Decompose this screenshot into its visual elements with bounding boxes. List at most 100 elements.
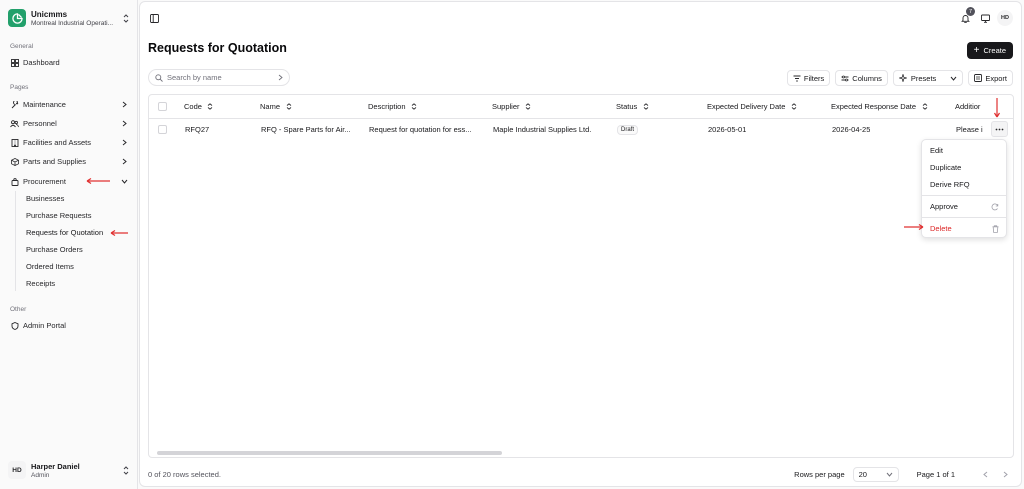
org-switcher[interactable]: Unicmms Montreal Industrial Operati...: [8, 7, 130, 29]
filters-label: Filters: [803, 73, 825, 83]
cell-expected-delivery: 2026-05-01: [708, 125, 747, 134]
table-row[interactable]: RFQ27 RFQ - Spare Parts for Air... Reque…: [149, 119, 1013, 140]
sidebar-subitem-purchase-requests[interactable]: Purchase Requests: [20, 208, 130, 223]
shield-icon: [10, 321, 19, 330]
pagination: Rows per page 20 Page 1 of 1: [794, 466, 1013, 482]
menu-item-edit[interactable]: Edit: [925, 143, 1003, 158]
column-header-description[interactable]: Description: [368, 95, 418, 118]
column-header-supplier[interactable]: Supplier: [492, 95, 532, 118]
panel-left-icon: [149, 13, 159, 23]
display-button[interactable]: [977, 10, 993, 26]
column-header-status[interactable]: Status: [616, 95, 649, 118]
filters-button[interactable]: Filters: [786, 70, 831, 86]
org-subtitle: Montreal Industrial Operati...: [31, 19, 114, 27]
create-button[interactable]: + Create: [966, 42, 1013, 59]
column-header-label: Status: [616, 102, 638, 111]
table-header: Code Name Description Supplier Status Ex…: [149, 95, 1013, 119]
status-badge: Draft: [617, 124, 639, 135]
menu-item-approve[interactable]: Approve: [925, 199, 1003, 214]
column-header-label: Supplier: [492, 102, 520, 111]
create-button-label: Create: [983, 46, 1006, 55]
horizontal-scrollbar[interactable]: [157, 451, 502, 455]
sidebar-item-personnel[interactable]: Personnel: [6, 116, 132, 131]
submenu-guide-line: [15, 191, 16, 291]
cell-supplier: Maple Industrial Supplies Ltd.: [493, 125, 592, 134]
rows-selected-text: 0 of 20 rows selected.: [148, 470, 221, 479]
column-header-label: Expected Delivery Date: [707, 102, 786, 111]
column-header-additional[interactable]: Additior: [955, 95, 987, 118]
annotation-arrow-procurement: [86, 177, 110, 185]
cell-status: Draft: [617, 119, 639, 140]
column-header-label: Expected Response Date: [831, 102, 917, 111]
column-header-expected-delivery[interactable]: Expected Delivery Date: [707, 95, 797, 118]
topbar-actions: 7 HD: [957, 7, 1013, 26]
user-menu[interactable]: HD Harper Daniel Admin: [8, 459, 130, 481]
column-header-name[interactable]: Name: [260, 95, 292, 118]
menu-item-delete[interactable]: Delete: [925, 221, 1003, 236]
column-header-code[interactable]: Code: [184, 95, 214, 118]
chevron-right-icon: [120, 158, 128, 166]
org-name: Unicmms: [31, 9, 68, 19]
page-info: Page 1 of 1: [916, 469, 955, 479]
rows-per-page-value: 20: [858, 469, 867, 479]
menu-item-label: Approve: [930, 202, 958, 211]
column-header-label: Code: [184, 102, 202, 111]
sort-icon: [285, 103, 292, 110]
shopping-bag-icon: [10, 177, 19, 186]
search-input[interactable]: [167, 73, 278, 82]
chevron-right-icon: [120, 120, 128, 128]
notifications-button[interactable]: 7: [957, 7, 975, 26]
column-header-label: Additior: [955, 102, 981, 111]
topbar-avatar[interactable]: HD: [997, 10, 1013, 26]
menu-separator: [922, 217, 1006, 218]
previous-page-button[interactable]: [977, 466, 993, 482]
sidebar-item-parts[interactable]: Parts and Supplies: [6, 154, 132, 169]
chevron-down-icon: [120, 178, 128, 186]
rfq-table: Code Name Description Supplier Status Ex…: [148, 94, 1014, 458]
user-role: Admin: [31, 471, 50, 479]
sidebar-item-admin-portal[interactable]: Admin Portal: [6, 318, 132, 333]
group-label-general: General: [10, 43, 34, 50]
menu-item-duplicate[interactable]: Duplicate: [925, 160, 1003, 175]
sort-icon: [411, 103, 418, 110]
presets-button[interactable]: Presets: [892, 70, 964, 86]
sidebar-item-facilities[interactable]: Facilities and Assets: [6, 135, 132, 150]
sidebar-item-dashboard[interactable]: Dashboard: [6, 55, 132, 70]
cell-description: Request for quotation for ess...: [369, 125, 472, 134]
more-horizontal-icon: [995, 128, 1004, 130]
org-text: Unicmms Montreal Industrial Operati...: [31, 10, 122, 27]
sidebar-toggle-button[interactable]: [146, 10, 162, 26]
sidebar-item-maintenance[interactable]: Maintenance: [6, 97, 132, 112]
org-logo-icon: [8, 9, 26, 27]
sidebar-item-label: Parts and Supplies: [23, 157, 86, 166]
chevrons-up-down-icon: [122, 13, 130, 23]
sort-icon: [525, 103, 532, 110]
column-header-expected-response[interactable]: Expected Response Date: [831, 95, 928, 118]
columns-button[interactable]: Columns: [835, 70, 888, 86]
chevron-right-icon: [1003, 471, 1008, 477]
next-page-button[interactable]: [997, 466, 1013, 482]
export-icon: [974, 74, 983, 82]
sidebar-subitem-receipts[interactable]: Receipts: [20, 276, 130, 291]
chevron-down-icon: [886, 472, 893, 477]
monitor-icon: [980, 14, 990, 23]
package-icon: [10, 157, 19, 166]
sidebar-subitem-businesses[interactable]: Businesses: [20, 191, 130, 206]
users-icon: [10, 119, 19, 128]
sidebar-subitem-purchase-orders[interactable]: Purchase Orders: [20, 242, 130, 257]
rows-per-page-select[interactable]: 20: [852, 466, 899, 482]
export-button[interactable]: Export: [968, 70, 1013, 86]
table-toolbar: Filters Columns Presets Export: [786, 70, 1013, 86]
sidebar-subitem-ordered-items[interactable]: Ordered Items: [20, 259, 130, 274]
select-all-checkbox[interactable]: [158, 95, 167, 118]
columns-label: Columns: [852, 73, 882, 83]
row-actions-button[interactable]: [991, 121, 1008, 137]
sidebar-item-procurement[interactable]: Procurement: [6, 174, 132, 189]
user-name: Harper Daniel: [31, 461, 80, 471]
annotation-arrow-row-actions: [993, 98, 1001, 118]
search-box: [148, 69, 290, 86]
menu-item-derive-rfq[interactable]: Derive RFQ: [925, 177, 1003, 192]
row-checkbox[interactable]: [158, 119, 167, 140]
user-text: Harper Daniel Admin: [31, 462, 122, 479]
sidebar: Unicmms Montreal Industrial Operati... G…: [0, 0, 138, 489]
